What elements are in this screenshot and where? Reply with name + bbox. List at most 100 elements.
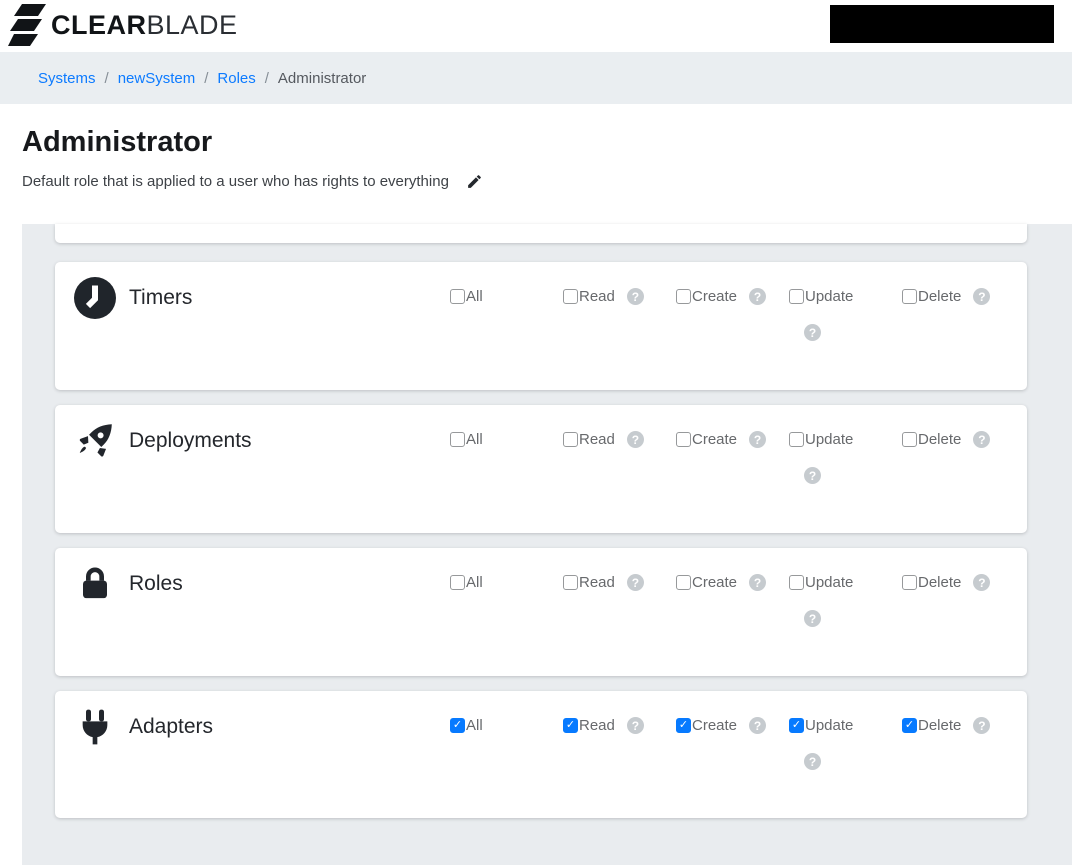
breadcrumb-separator: / xyxy=(204,69,209,87)
perm-deployments-all[interactable]: All xyxy=(450,431,563,448)
perm-adapters-update[interactable]: Update ? xyxy=(789,717,902,770)
help-icon[interactable]: ? xyxy=(973,431,991,448)
checkbox-delete[interactable] xyxy=(902,575,917,590)
checkbox-label: Update xyxy=(805,717,854,734)
section-header: Adapters xyxy=(73,705,213,749)
perm-roles-read[interactable]: Read ? xyxy=(563,574,676,591)
perm-deployments-delete[interactable]: Delete ? xyxy=(902,431,1015,448)
perm-timers-create[interactable]: Create ? xyxy=(676,288,789,305)
checkbox-update[interactable] xyxy=(789,718,804,733)
checkbox-label: Create xyxy=(692,431,738,448)
breadcrumb-current: Administrator xyxy=(277,69,367,87)
brand-name-bold: CLEAR xyxy=(51,10,147,40)
perm-deployments-update[interactable]: Update ? xyxy=(789,431,902,484)
section-title: Roles xyxy=(129,572,183,595)
checkbox-delete[interactable] xyxy=(902,432,917,447)
plug-icon xyxy=(73,705,117,749)
checkbox-label: Update xyxy=(805,288,854,305)
breadcrumb-systems[interactable]: Systems xyxy=(38,70,96,87)
perm-timers-all[interactable]: All xyxy=(450,288,563,305)
clearblade-blade-icon xyxy=(8,4,46,46)
checkbox-label: Read xyxy=(579,431,615,448)
checkbox-delete[interactable] xyxy=(902,718,917,733)
perm-deployments-read[interactable]: Read ? xyxy=(563,431,676,448)
checkbox-label: Update xyxy=(805,431,854,448)
perm-roles-create[interactable]: Create ? xyxy=(676,574,789,591)
help-icon[interactable]: ? xyxy=(804,753,821,770)
breadcrumb-bar: Systems / newSystem / Roles / Administra… xyxy=(0,52,1072,149)
checkbox-all[interactable] xyxy=(450,289,465,304)
breadcrumb-separator: / xyxy=(104,69,109,87)
permissions-panel: Timers All Read ? Create ? Update ? Dele… xyxy=(22,224,1072,865)
help-icon[interactable]: ? xyxy=(804,610,821,627)
checkbox-create[interactable] xyxy=(676,718,691,733)
clearblade-logo: CLEARBLADE xyxy=(8,3,238,48)
help-icon[interactable]: ? xyxy=(804,324,821,341)
permissions-card-deployments: Deployments All Read ? Create ? Update ?… xyxy=(55,405,1027,533)
checkbox-label: All xyxy=(466,574,483,591)
checkbox-label: Delete xyxy=(918,717,962,734)
brand-name-light: BLADE xyxy=(146,10,238,40)
perm-timers-delete[interactable]: Delete ? xyxy=(902,288,1015,305)
help-icon[interactable]: ? xyxy=(973,574,991,591)
checkbox-label: All xyxy=(466,717,483,734)
checkbox-read[interactable] xyxy=(563,289,578,304)
breadcrumb-newsystem[interactable]: newSystem xyxy=(118,70,196,87)
checkbox-label: Update xyxy=(805,574,854,591)
breadcrumb-roles[interactable]: Roles xyxy=(217,70,255,87)
permission-checkboxes: All Read ? Create ? Update ? xyxy=(450,431,1015,484)
checkbox-label: Delete xyxy=(918,431,962,448)
perm-adapters-read[interactable]: Read ? xyxy=(563,717,676,734)
checkbox-label: Create xyxy=(692,574,738,591)
perm-roles-update[interactable]: Update ? xyxy=(789,574,902,627)
perm-roles-delete[interactable]: Delete ? xyxy=(902,574,1015,591)
help-icon[interactable]: ? xyxy=(749,431,767,448)
help-icon[interactable]: ? xyxy=(626,431,644,448)
section-header: Roles xyxy=(73,562,183,606)
help-icon[interactable]: ? xyxy=(626,288,644,305)
permissions-card-adapters: Adapters All Read ? Create ? xyxy=(55,691,1027,818)
breadcrumb-separator: / xyxy=(264,69,269,87)
help-icon[interactable]: ? xyxy=(626,574,644,591)
checkbox-label: All xyxy=(466,431,483,448)
checkbox-delete[interactable] xyxy=(902,289,917,304)
checkbox-label: Delete xyxy=(918,288,962,305)
checkbox-all[interactable] xyxy=(450,718,465,733)
perm-adapters-create[interactable]: Create ? xyxy=(676,717,789,734)
checkbox-label: Delete xyxy=(918,574,962,591)
help-icon[interactable]: ? xyxy=(804,467,821,484)
perm-deployments-create[interactable]: Create ? xyxy=(676,431,789,448)
breadcrumb: Systems / newSystem / Roles / Administra… xyxy=(38,52,366,104)
checkbox-create[interactable] xyxy=(676,575,691,590)
checkbox-all[interactable] xyxy=(450,575,465,590)
permission-checkboxes: All Read ? Create ? Update ? xyxy=(450,288,1015,341)
checkbox-update[interactable] xyxy=(789,575,804,590)
help-icon[interactable]: ? xyxy=(749,574,767,591)
checkbox-create[interactable] xyxy=(676,432,691,447)
help-icon[interactable]: ? xyxy=(749,717,767,734)
checkbox-read[interactable] xyxy=(563,432,578,447)
perm-timers-update[interactable]: Update ? xyxy=(789,288,902,341)
section-title: Deployments xyxy=(129,429,252,452)
edit-pencil-icon[interactable] xyxy=(466,173,483,190)
permissions-card-timers: Timers All Read ? Create ? Update ? Dele… xyxy=(55,262,1027,390)
section-header: Deployments xyxy=(73,419,252,463)
checkbox-label: Read xyxy=(579,288,615,305)
help-icon[interactable]: ? xyxy=(626,717,644,734)
help-icon[interactable]: ? xyxy=(973,288,991,305)
app-header: CLEARBLADE xyxy=(0,0,1072,52)
help-icon[interactable]: ? xyxy=(749,288,767,305)
checkbox-create[interactable] xyxy=(676,289,691,304)
checkbox-read[interactable] xyxy=(563,575,578,590)
checkbox-update[interactable] xyxy=(789,289,804,304)
perm-adapters-all[interactable]: All xyxy=(450,717,563,734)
section-header: Timers xyxy=(73,276,192,320)
checkbox-all[interactable] xyxy=(450,432,465,447)
perm-timers-read[interactable]: Read ? xyxy=(563,288,676,305)
perm-roles-all[interactable]: All xyxy=(450,574,563,591)
clearblade-console: CLEARBLADE Systems / newSystem / Roles /… xyxy=(0,0,1072,865)
perm-adapters-delete[interactable]: Delete ? xyxy=(902,717,1015,734)
help-icon[interactable]: ? xyxy=(973,717,991,734)
checkbox-update[interactable] xyxy=(789,432,804,447)
checkbox-read[interactable] xyxy=(563,718,578,733)
